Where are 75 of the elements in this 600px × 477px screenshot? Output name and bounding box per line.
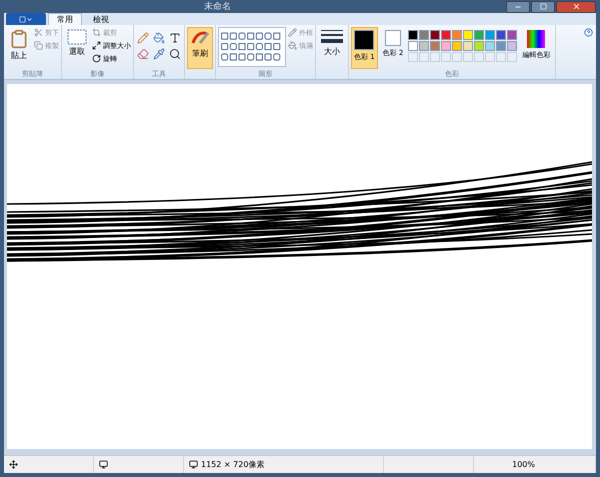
help-icon[interactable] [584,28,593,38]
palette-swatch[interactable] [430,30,440,40]
image-size-icon [189,460,198,470]
empty-color-slot [441,52,452,62]
zoom-level: 100% [512,460,535,470]
palette-swatch[interactable] [463,30,474,40]
text-tool[interactable] [168,31,182,46]
palette-swatch[interactable] [419,41,430,52]
shapes-gallery[interactable] [218,27,286,68]
square-icon [19,16,26,23]
maximize-icon [540,3,546,10]
paint-bucket-icon [288,41,297,50]
clipboard-icon [9,29,29,50]
paint-menu-button[interactable] [6,13,46,26]
palette-swatch[interactable] [463,41,474,52]
size-button[interactable]: 大小 [318,27,346,70]
scissors-icon [34,28,43,38]
palette-swatch[interactable] [419,30,430,40]
close-button[interactable] [556,0,596,12]
palette-swatch[interactable] [408,41,418,52]
empty-color-slot [430,52,440,62]
empty-color-slot [463,52,474,62]
empty-color-slot [496,52,506,62]
pencil-icon [288,28,297,38]
palette-swatch[interactable] [485,30,496,40]
color-spectrum-icon [527,30,546,48]
resize-icon [92,41,101,50]
palette-swatch[interactable] [430,41,440,52]
cursor-position-icon [9,460,18,470]
paste-button[interactable]: 貼上 [6,27,32,70]
empty-color-slot [408,52,418,62]
empty-color-slot [507,52,518,62]
rotate-icon [92,54,101,64]
ribbon-tab[interactable]: 檢視 [84,13,118,26]
paint-bucket-icon [153,32,165,44]
text-icon [169,32,181,44]
empty-color-slot [452,52,462,62]
selection-size-icon [99,460,108,470]
close-icon [572,2,580,11]
fill-tool[interactable] [152,31,166,46]
selection-rectangle-icon [67,29,87,46]
palette-swatch[interactable] [507,41,518,52]
palette-swatch[interactable] [441,30,452,40]
window-title: 未命名 [203,0,231,13]
eraser-icon [137,48,149,60]
empty-color-slot [419,52,430,62]
minimize-button[interactable] [506,0,530,12]
line-width-icon [321,29,343,46]
pencil-icon [137,32,149,44]
image-dimensions: 1152 × 720像素 [201,459,264,470]
palette-swatch[interactable] [474,30,484,40]
palette-swatch[interactable] [485,41,496,52]
magnifier-tool[interactable] [168,47,182,62]
brushes-button[interactable]: 筆刷 [187,27,213,70]
palette-swatch[interactable] [452,41,462,52]
select-button[interactable]: 選取 [64,27,90,70]
palette-swatch[interactable] [507,30,518,40]
empty-color-slot [485,52,496,62]
empty-color-slot [474,52,484,62]
caret-icon [26,16,33,23]
palette-swatch[interactable] [408,30,418,40]
eraser-tool[interactable] [136,47,150,62]
copy-icon [34,41,43,50]
color-picker-tool[interactable] [152,47,166,62]
pencil-tool[interactable] [136,31,150,46]
color-picker-icon [153,48,165,60]
palette-swatch[interactable] [496,30,506,40]
palette-swatch[interactable] [441,41,452,52]
crop-icon [92,28,101,38]
ribbon-tab[interactable]: 常用 [48,13,82,26]
magnifier-icon [169,48,181,60]
palette-swatch[interactable] [452,30,462,40]
palette-swatch[interactable] [496,41,506,52]
maximize-button[interactable] [531,0,555,12]
palette-swatch[interactable] [474,41,484,52]
